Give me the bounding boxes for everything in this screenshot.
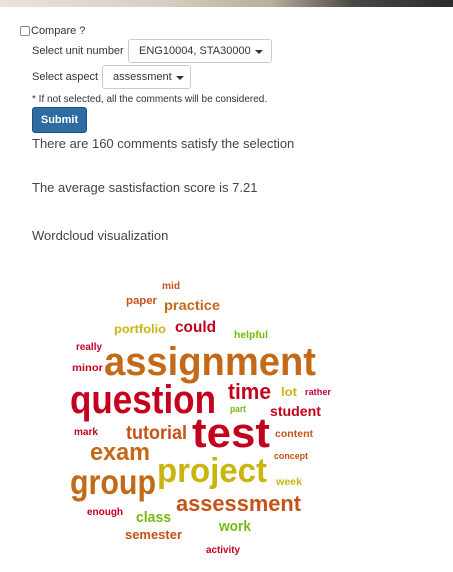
unit-number-dropdown[interactable]: ENG10004, STA30000 bbox=[128, 39, 272, 63]
wordcloud-word-could: could bbox=[175, 319, 216, 336]
submit-button[interactable]: Submit bbox=[32, 107, 87, 133]
compare-label: Compare ? bbox=[31, 25, 86, 37]
wordcloud-word-paper: paper bbox=[126, 295, 158, 307]
aspect-dropdown[interactable]: assessment bbox=[102, 65, 191, 89]
average-score-text: The average sastisfaction score is 7.21 bbox=[32, 180, 258, 195]
compare-checkbox[interactable] bbox=[20, 26, 30, 36]
unit-number-label: Select unit number bbox=[32, 45, 124, 57]
wordcloud-title: Wordcloud visualization bbox=[32, 228, 169, 243]
wordcloud-word-concept: concept bbox=[274, 451, 308, 461]
wordcloud-word-work: work bbox=[218, 518, 252, 535]
wordcloud-word-time: time bbox=[228, 379, 271, 404]
wordcloud-word-minor: minor bbox=[72, 363, 103, 374]
compare-row[interactable]: Compare ? bbox=[20, 25, 85, 37]
wordcloud-word-class: class bbox=[136, 509, 171, 526]
selection-note: * If not selected, all the comments will… bbox=[32, 94, 268, 105]
wordcloud-word-semester: semester bbox=[125, 527, 182, 542]
wordcloud-word-practice: practice bbox=[164, 297, 220, 313]
wordcloud-word-mid: mid bbox=[162, 281, 180, 292]
comment-count-text: There are 160 comments satisfy the selec… bbox=[32, 136, 295, 151]
unit-number-value: ENG10004, STA30000 bbox=[139, 45, 251, 57]
wordcloud-word-activity: activity bbox=[206, 545, 240, 556]
wordcloud-word-test: test bbox=[192, 409, 270, 456]
wordcloud-word-rather: rather bbox=[305, 387, 332, 397]
wordcloud-word-project: project bbox=[157, 452, 267, 490]
wordcloud-word-student: student bbox=[270, 403, 321, 419]
wordcloud-word-lot: lot bbox=[281, 385, 297, 399]
wordcloud-word-week: week bbox=[275, 477, 303, 488]
aspect-label: Select aspect bbox=[32, 71, 99, 83]
wordcloud-canvas: midpaper practiceportfolio could helpfulrea… bbox=[70, 281, 332, 556]
wordcloud-word-enough: enough bbox=[87, 507, 123, 518]
wordcloud-word-exam: exam bbox=[90, 439, 150, 466]
wordcloud-word-really: really bbox=[76, 342, 102, 353]
wordcloud: mid paper practice portfolio could helpful rea… bbox=[0, 270, 453, 572]
chevron-down-icon bbox=[254, 49, 263, 54]
wordcloud-word-content: content bbox=[275, 429, 314, 440]
wordcloud-word-mark: mark bbox=[74, 427, 98, 438]
wordcloud-word-portfolio: portfolio bbox=[114, 322, 166, 336]
header-image-strip bbox=[0, 0, 453, 7]
chevron-down-icon bbox=[175, 75, 184, 80]
wordcloud-word-group: group bbox=[70, 463, 156, 502]
wordcloud-word-assessment: assessment bbox=[176, 491, 302, 516]
aspect-value: assessment bbox=[113, 71, 172, 83]
